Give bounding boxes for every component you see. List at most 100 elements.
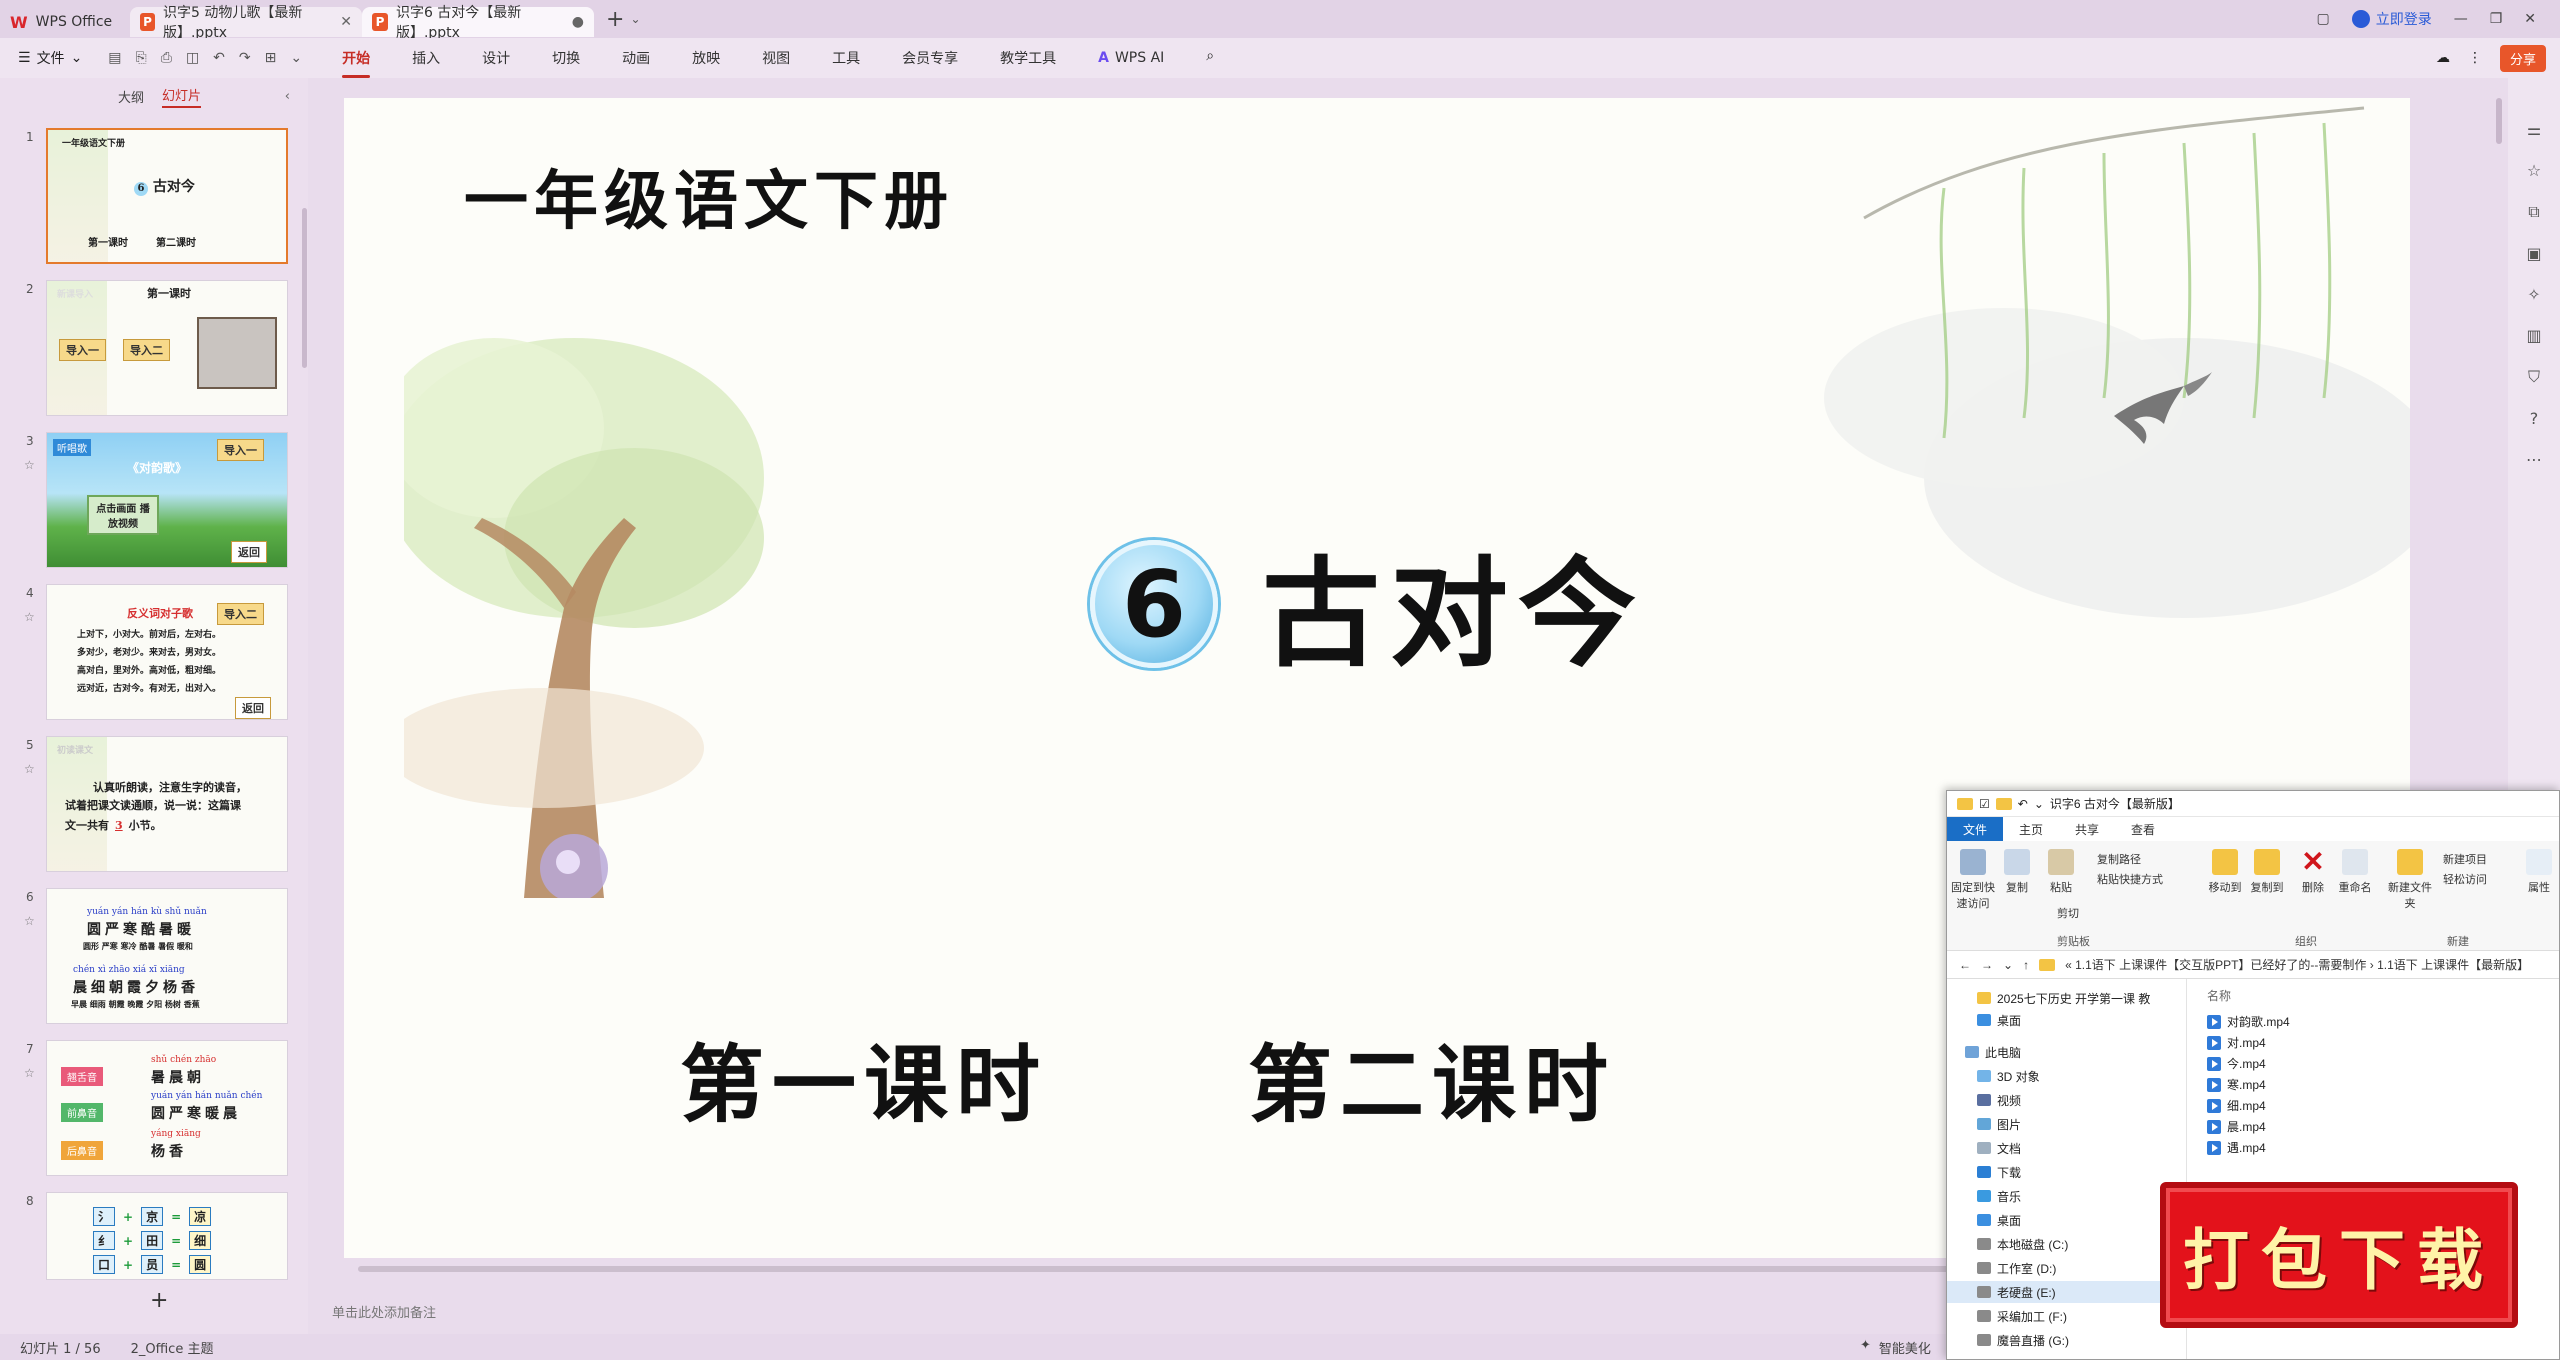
pin-quick-access-button[interactable]: 固定到快速访问 (1951, 849, 1995, 911)
tab-slides[interactable]: 幻灯片 (162, 85, 202, 108)
chevron-down-icon[interactable]: ⌄ (2034, 797, 2044, 811)
nav-item[interactable]: 魔兽直播 (G:) (1977, 1329, 2069, 1351)
nav-item[interactable]: 文档 (1977, 1137, 2021, 1159)
save-icon[interactable]: ▤ (108, 50, 121, 66)
format-painter-icon[interactable]: ⊞ (265, 50, 277, 66)
properties-button[interactable]: 属性 (2519, 849, 2559, 895)
nav-item[interactable]: 图片 (1977, 1113, 2021, 1135)
add-slide-icon[interactable]: + (150, 1288, 168, 1313)
star-icon[interactable]: ☆ (24, 458, 35, 472)
print-icon[interactable]: ⎙ (161, 50, 172, 66)
nav-item[interactable]: 桌面 (1977, 1009, 2021, 1031)
window-layout-icon[interactable]: ▢ (2316, 11, 2329, 27)
preview-icon[interactable]: ◫ (186, 50, 199, 66)
star-icon[interactable]: ☆ (24, 914, 35, 928)
new-tab-icon[interactable]: + (606, 7, 624, 32)
redo-icon[interactable]: ↷ (239, 50, 251, 66)
nav-item[interactable]: 桌面 (1977, 1209, 2021, 1231)
book-icon[interactable]: ▥ (2526, 326, 2541, 345)
more-icon[interactable]: ⋮ (2468, 50, 2482, 66)
thumbnail-slide-5[interactable]: 初读课文 认真听朗读，注意生字的读音， 试着把课文读通顺，说一说：这篇课 文一共… (46, 736, 288, 872)
copy-icon[interactable]: ⧉ (2528, 202, 2539, 222)
thumbnail-row-1[interactable]: 1 一年级语文下册 6 古对今 第一课时 第二课时 (0, 128, 308, 268)
thumbnail-slide-3[interactable]: 听唱歌 导入一 《对韵歌》 点击画面 播放视频 返回 (46, 432, 288, 568)
tab-slideshow[interactable]: 放映 (692, 48, 720, 68)
tab-document-2[interactable]: P 识字6 古对今【最新版】.pptx ● (362, 5, 594, 41)
tab-document-1[interactable]: P 识字5 动物儿歌【最新版】.pptx ✕ (130, 5, 362, 41)
tab-home[interactable]: 主页 (2003, 817, 2059, 842)
nav-item[interactable]: 下载 (1977, 1161, 2021, 1183)
first-period-link[interactable]: 第一课时 (680, 1018, 1048, 1139)
thumbnail-row-2[interactable]: 2 新课导入 第一课时 导入一 导入二 (0, 280, 308, 420)
nav-item[interactable]: 2025七下历史 开学第一课 教 (1977, 987, 2150, 1009)
tab-tools[interactable]: 工具 (832, 48, 860, 68)
star-icon[interactable]: ☆ (24, 610, 35, 624)
thumbnail-slide-7[interactable]: 翘舌音 前鼻音 后鼻音 shǔ chén zhāo 暑晨朝 yuán yán h… (46, 1040, 288, 1176)
star-icon[interactable]: ☆ (24, 1066, 35, 1080)
tab-share[interactable]: 共享 (2059, 817, 2115, 842)
maximize-icon[interactable]: ❐ (2490, 11, 2503, 27)
new-folder-button[interactable]: 新建文件夹 (2385, 849, 2435, 911)
shirt-icon[interactable]: ⛉ (2528, 367, 2540, 387)
thumbnail-row-5[interactable]: 5 ☆ 初读课文 认真听朗读，注意生字的读音， 试着把课文读通顺，说一说：这篇课… (0, 736, 308, 876)
tab-outline[interactable]: 大纲 (118, 87, 144, 106)
wps-ai-button[interactable]: A WPS AI (1098, 48, 1164, 68)
tab-design[interactable]: 设计 (482, 48, 510, 68)
paste-button[interactable]: 粘贴 (2039, 849, 2083, 895)
file-item[interactable]: 对韵歌.mp4 (2207, 1013, 2290, 1030)
thumbnail-row-7[interactable]: 7 ☆ 翘舌音 前鼻音 后鼻音 shǔ chén zhāo 暑晨朝 yuán y… (0, 1040, 308, 1180)
minimize-icon[interactable]: — (2454, 11, 2468, 27)
file-menu[interactable]: ☰ 文件 ⌄ (0, 48, 82, 68)
chevron-down-icon[interactable]: ⌄ (2003, 958, 2013, 972)
undo-icon[interactable]: ↶ (2018, 797, 2028, 811)
tab-member[interactable]: 会员专享 (902, 48, 958, 68)
nav-item[interactable]: 本地磁盘 (C:) (1977, 1233, 2068, 1255)
move-to-button[interactable]: 移动到 (2203, 849, 2247, 895)
file-item[interactable]: 遇.mp4 (2207, 1139, 2266, 1156)
copy-path-button[interactable]: 复制路径 (2097, 851, 2141, 867)
file-item[interactable]: 晨.mp4 (2207, 1118, 2266, 1135)
beautify-button[interactable]: ✦ 智能美化 (1860, 1338, 1931, 1357)
chevron-down-icon[interactable]: ⌄ (630, 12, 640, 26)
tab-insert[interactable]: 插入 (412, 48, 440, 68)
column-header-name[interactable]: 名称 (2207, 987, 2231, 1004)
star-icon[interactable]: ☆ (24, 762, 35, 776)
nav-item[interactable]: 3D 对象 (1977, 1065, 2040, 1087)
tab-wps-home[interactable]: W WPS Office (0, 7, 130, 37)
tab-home[interactable]: 开始 (342, 48, 371, 78)
magic-icon[interactable]: ✧ (2527, 285, 2540, 304)
tab-transition[interactable]: 切换 (552, 48, 580, 68)
close-icon[interactable]: ✕ (340, 14, 352, 30)
nav-item[interactable]: 此电脑 (1965, 1041, 2021, 1063)
tab-view[interactable]: 视图 (762, 48, 790, 68)
more-icon[interactable]: ⋯ (2526, 450, 2542, 469)
easy-access-button[interactable]: 轻松访问 (2443, 871, 2487, 887)
forward-icon[interactable]: → (1981, 958, 1993, 972)
tab-animation[interactable]: 动画 (622, 48, 650, 68)
undo-icon[interactable]: ↶ (213, 50, 225, 66)
horizontal-scrollbar[interactable] (358, 1266, 2038, 1272)
window-close-icon[interactable]: ✕ (2524, 11, 2536, 27)
vertical-scrollbar[interactable] (2496, 98, 2502, 144)
second-period-link[interactable]: 第二课时 (1248, 1018, 1616, 1139)
share-button[interactable]: 分享 (2499, 44, 2546, 72)
thumbnail-slide-6[interactable]: yuán yán hán kù shǔ nuǎn 圆严寒酷暑暖 圆形 严寒 寒冷… (46, 888, 288, 1024)
nav-item[interactable]: 音乐 (1977, 1185, 2021, 1207)
chevron-left-icon[interactable]: ‹ (285, 89, 290, 104)
thumbnail-row-8[interactable]: 8 氵 + 京 = 凉 纟 + 田 = 细 口 + 员 = 圆 (0, 1192, 308, 1282)
thumbnail-slide-2[interactable]: 新课导入 第一课时 导入一 导入二 (46, 280, 288, 416)
image-icon[interactable]: ▣ (2526, 244, 2541, 263)
tab-teaching-tools[interactable]: 教学工具 (1000, 48, 1056, 68)
theme-name[interactable]: 2_Office 主题 (131, 1338, 214, 1357)
star-icon[interactable]: ☆ (2527, 161, 2541, 180)
nav-item-selected[interactable]: 老硬盘 (E:) (1947, 1281, 2177, 1303)
paste-shortcut-button[interactable]: 粘贴快捷方式 (2097, 871, 2163, 887)
notes-placeholder[interactable]: 单击此处添加备注 (318, 1302, 1918, 1330)
copy-button[interactable]: 复制 (1995, 849, 2039, 895)
login-button[interactable]: 立即登录 (2351, 9, 2432, 29)
file-item[interactable]: 寒.mp4 (2207, 1076, 2266, 1093)
export-icon[interactable]: ⎘ (136, 50, 147, 66)
cloud-sync-icon[interactable]: ☁ (2436, 50, 2450, 66)
help-icon[interactable]: ? (2530, 409, 2539, 428)
thumbnail-slide-4[interactable]: 反义词对子歌 导入二 上对下，小对大。前对后，左对右。 多对少，老对少。来对去，… (46, 584, 288, 720)
